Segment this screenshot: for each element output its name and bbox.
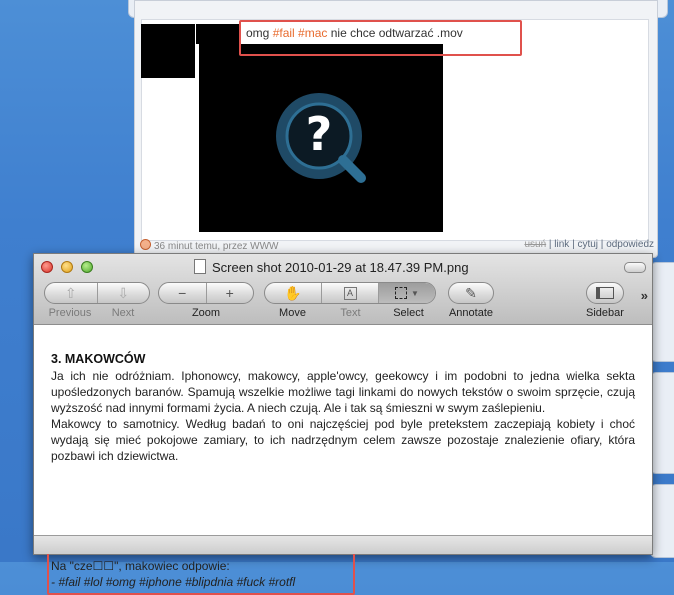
zoom-out-button[interactable]: − [159, 283, 206, 303]
window-title: Screen shot 2010-01-29 at 18.47.39 PM.pn… [194, 259, 469, 275]
minus-icon: − [178, 285, 187, 301]
arrow-up-icon: ⇧ [64, 284, 77, 301]
post-footer: 36 minut temu, przez WWW usuń | link | c… [140, 238, 654, 254]
post-timestamp: 36 minut temu, przez WWW [154, 241, 279, 252]
chevron-down-icon: ▼ [411, 288, 419, 298]
background-panel-right-2 [650, 372, 674, 474]
text-tool-button[interactable]: A [321, 283, 378, 303]
window-titlebar[interactable]: Screen shot 2010-01-29 at 18.47.39 PM.pn… [34, 254, 652, 325]
close-button[interactable] [41, 261, 53, 273]
annotate-label: Annotate [448, 307, 494, 319]
tool-mode-control: ✋ A ▼ [264, 282, 436, 304]
clock-icon [140, 239, 151, 250]
move-tool-button[interactable]: ✋ [265, 283, 321, 303]
next-label: Next [111, 307, 135, 319]
link-link[interactable]: link [554, 239, 569, 250]
document-body: Ja ich nie odróżniam. Iphonowcy, makowcy… [51, 368, 635, 464]
prev-next-control: ⇧ ⇩ [44, 282, 150, 304]
previous-button[interactable]: ⇧ [45, 283, 97, 303]
document-heading: 3. MAKOWCÓW [51, 352, 146, 366]
post-meta: 36 minut temu, przez WWW [140, 239, 278, 252]
minimize-button[interactable] [61, 261, 73, 273]
arrow-down-icon: ⇩ [117, 284, 130, 301]
marquee-select-icon [395, 287, 408, 299]
zoom-control: − + [158, 282, 254, 304]
text-label: Text [340, 307, 361, 319]
svg-text:?: ? [306, 107, 333, 161]
document-icon [194, 259, 206, 274]
hand-icon: ✋ [284, 284, 302, 301]
next-button[interactable]: ⇩ [96, 283, 150, 303]
toolbar-toggle-button[interactable] [624, 262, 646, 273]
previous-label: Previous [48, 307, 92, 319]
window-bottom-bar [34, 535, 652, 554]
sidebar-label: Sidebar [586, 307, 624, 319]
sidebar-button[interactable] [586, 282, 624, 304]
annotate-button[interactable]: ✎ [448, 282, 494, 304]
preview-window: Screen shot 2010-01-29 at 18.47.39 PM.pn… [33, 253, 653, 595]
window-title-text: Screen shot 2010-01-29 at 18.47.39 PM.pn… [212, 260, 469, 275]
paragraph-2: Makowcy to samotnicy. Według badań to on… [51, 417, 635, 463]
select-tool-button[interactable]: ▼ [378, 283, 435, 303]
background-panel-right-1 [650, 262, 674, 362]
zoom-window-button[interactable] [81, 261, 93, 273]
avatar-secondary[interactable] [196, 24, 240, 44]
quicktime-question-icon: ? [276, 93, 366, 183]
toolbar-overflow-icon[interactable]: » [641, 288, 648, 303]
highlight-box-tags [47, 551, 355, 595]
sidebar-icon [596, 287, 614, 299]
video-player[interactable]: ? [199, 44, 443, 232]
select-label: Select [393, 307, 424, 319]
move-label: Move [279, 307, 306, 319]
document-view[interactable]: 3. MAKOWCÓW Ja ich nie odróżniam. Iphono… [34, 325, 652, 595]
annotate-cell[interactable]: ✎ [449, 283, 493, 303]
post-actions: usuń | link | cytuj | odpowiedz [524, 239, 654, 250]
background-panel-right-3 [650, 484, 674, 558]
zoom-label: Zoom [191, 307, 221, 319]
text-cursor-icon: A [343, 286, 357, 300]
avatar[interactable] [141, 24, 195, 78]
pencil-icon: ✎ [465, 284, 477, 301]
highlight-box-status [239, 20, 522, 56]
reply-link[interactable]: odpowiedz [606, 239, 654, 250]
delete-link[interactable]: usuń [524, 239, 546, 250]
zoom-in-button[interactable]: + [205, 283, 254, 303]
plus-icon: + [225, 285, 234, 301]
quote-link[interactable]: cytuj [577, 239, 598, 250]
sidebar-cell[interactable] [587, 283, 623, 303]
paragraph-1: Ja ich nie odróżniam. Iphonowcy, makowcy… [51, 369, 635, 415]
